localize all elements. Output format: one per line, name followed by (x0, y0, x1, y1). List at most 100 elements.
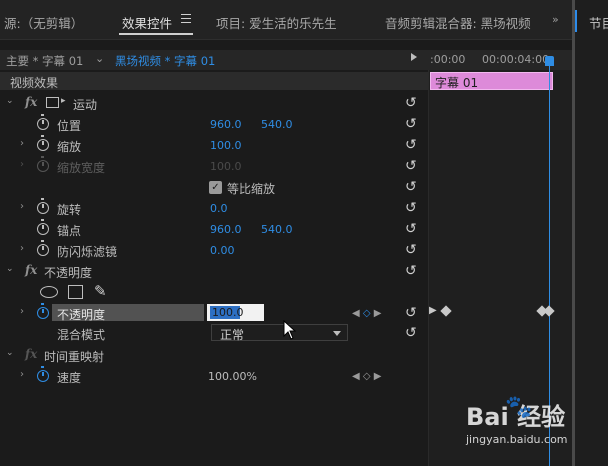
rotation-value[interactable]: 0.0 (210, 202, 228, 215)
transform-arrow-icon: ▸ (61, 96, 66, 106)
property-row-antiflicker: › 防闪烁滤镜 0.00 ↺ (0, 240, 428, 261)
anchor-x-value[interactable]: 960.0 (210, 223, 242, 236)
stopwatch-icon[interactable] (37, 303, 49, 319)
clip-header: 主要 * 字幕 01 ⌄ 黑场视频 * 字幕 01 (0, 50, 428, 70)
reset-icon[interactable]: ↺ (405, 325, 417, 341)
reset-icon[interactable]: ↺ (405, 263, 417, 279)
reset-icon[interactable]: ↺ (405, 221, 417, 237)
opacity-value[interactable]: 100.0 (212, 306, 244, 319)
twirl-icon[interactable]: › (20, 243, 24, 254)
stopwatch-icon[interactable] (37, 219, 49, 235)
uniform-scale-label: 等比缩放 (227, 182, 276, 196)
chevron-down-icon (333, 331, 341, 336)
keyframe-arrow-icon: ▶ (429, 305, 437, 316)
speed-value[interactable]: 100.00% (208, 370, 257, 383)
chevron-down-icon[interactable]: ⌄ (95, 52, 104, 65)
transform-icon[interactable] (46, 97, 59, 108)
active-tab-indicator (119, 33, 193, 35)
pen-mask-icon[interactable]: ✎ (94, 282, 107, 300)
motion-effect-row[interactable]: ⌄ fx ▸ 运动 ↺ (0, 93, 428, 114)
antiflicker-value[interactable]: 0.00 (210, 244, 235, 257)
stopwatch-icon[interactable] (37, 366, 49, 382)
anchor-label: 锚点 (57, 224, 82, 238)
play-icon[interactable] (411, 53, 417, 61)
expand-caret-icon[interactable]: ⌄ (6, 348, 14, 358)
tab-effect-controls[interactable]: 效果控件 (122, 13, 172, 32)
anchor-y-value[interactable]: 540.0 (261, 223, 293, 236)
time-end: 00:00:04:00 (482, 53, 550, 66)
fx-icon[interactable]: fx (25, 263, 37, 277)
antiflicker-label: 防闪烁滤镜 (57, 245, 118, 259)
paw-icon: 🐾 (505, 395, 533, 420)
position-x-value[interactable]: 960.0 (210, 118, 242, 131)
expand-caret-icon[interactable]: ⌄ (6, 96, 14, 106)
property-row-position: 位置 960.0 540.0 ↺ (0, 114, 428, 135)
time-remap-label: 时间重映射 (44, 350, 105, 364)
property-row-anchor: 锚点 960.0 540.0 ↺ (0, 219, 428, 240)
reset-icon[interactable]: ↺ (405, 95, 417, 111)
motion-label: 运动 (73, 98, 98, 112)
panel-tab-bar: 源:（无剪辑） 效果控件 项目: 爱生活的乐先生 音频剪辑混合器: 黑场视频 » (0, 0, 572, 40)
stopwatch-icon[interactable] (37, 135, 49, 151)
tab-source[interactable]: 源:（无剪辑） (4, 13, 83, 32)
rectangle-mask-icon[interactable] (68, 285, 83, 299)
stopwatch-icon[interactable] (37, 198, 49, 214)
scale-width-label: 缩放宽度 (57, 161, 106, 175)
reset-icon[interactable]: ↺ (405, 242, 417, 258)
property-row-scale: › 缩放 100.0 ↺ (0, 135, 428, 156)
source-clip-name[interactable]: 主要 * 字幕 01 (6, 53, 83, 69)
reset-icon[interactable]: ↺ (405, 200, 417, 216)
property-row-uniform-scale: ✓ 等比缩放 ↺ (0, 177, 428, 198)
position-label: 位置 (57, 119, 82, 133)
mask-tools: ✎ (40, 282, 140, 302)
blend-mode-label: 混合模式 (57, 328, 106, 342)
twirl-icon[interactable]: › (20, 369, 24, 380)
tab-audio-clip-mixer[interactable]: 音频剪辑混合器: 黑场视频 (385, 13, 531, 32)
reset-icon[interactable]: ↺ (405, 305, 417, 321)
property-row-speed: › 速度 100.00% ◀ ◇ ▶ (0, 366, 428, 387)
video-effects-header: 视频效果 (0, 72, 428, 90)
blend-mode-value: 正常 (220, 328, 245, 342)
uniform-scale-checkbox[interactable]: ✓ (209, 181, 222, 194)
stopwatch-icon[interactable] (37, 114, 49, 130)
blend-mode-select[interactable]: 正常 (211, 324, 348, 342)
opacity-effect-row[interactable]: ⌄ fx 不透明度 ↺ (0, 261, 428, 282)
sequence-clip-name[interactable]: 黑场视频 * 字幕 01 (115, 53, 215, 69)
time-remap-effect-row[interactable]: ⌄ fx 时间重映射 (0, 345, 428, 366)
baidu-watermark: Bai 经验 🐾 jingyan.baidu.com (466, 393, 586, 463)
twirl-icon[interactable]: › (20, 201, 24, 212)
reset-icon[interactable]: ↺ (405, 179, 417, 195)
tab-overflow-icon[interactable]: » (552, 13, 559, 26)
clip-label: 字幕 01 (435, 76, 479, 90)
twirl-icon: › (20, 159, 24, 170)
stopwatch-icon[interactable] (37, 240, 49, 256)
keyframe-navigator[interactable]: ◀ ◇ ▶ (352, 308, 381, 319)
panel-focus-indicator (575, 10, 577, 32)
tab-project[interactable]: 项目: 爱生活的乐先生 (216, 13, 337, 32)
video-effects-label: 视频效果 (10, 76, 59, 90)
rotation-label: 旋转 (57, 203, 82, 217)
scale-value[interactable]: 100.0 (210, 139, 242, 152)
watermark-url: jingyan.baidu.com (466, 433, 568, 446)
reset-icon[interactable]: ↺ (405, 158, 417, 174)
reset-icon[interactable]: ↺ (405, 137, 417, 153)
fx-icon[interactable]: fx (25, 95, 37, 109)
ellipse-mask-icon[interactable] (40, 286, 58, 298)
stopwatch-icon (37, 156, 49, 172)
tab-program[interactable]: 节目 (589, 13, 608, 32)
panel-menu-icon[interactable] (181, 14, 191, 24)
timeline-clip[interactable]: 字幕 01 (430, 72, 553, 90)
position-y-value[interactable]: 540.0 (261, 118, 293, 131)
twirl-icon[interactable]: › (20, 138, 24, 149)
property-row-scale-width: › 缩放宽度 100.0 ↺ (0, 156, 428, 177)
expand-caret-icon[interactable]: ⌄ (6, 264, 14, 274)
opacity-effect-label: 不透明度 (44, 266, 93, 280)
time-start: :00:00 (430, 53, 466, 66)
twirl-icon[interactable]: › (20, 306, 24, 317)
fx-icon: fx (25, 347, 38, 361)
scale-label: 缩放 (57, 140, 82, 154)
property-row-rotation: › 旋转 0.0 ↺ (0, 198, 428, 219)
keyframe-navigator[interactable]: ◀ ◇ ▶ (352, 371, 381, 382)
opacity-label: 不透明度 (57, 308, 106, 322)
reset-icon[interactable]: ↺ (405, 116, 417, 132)
